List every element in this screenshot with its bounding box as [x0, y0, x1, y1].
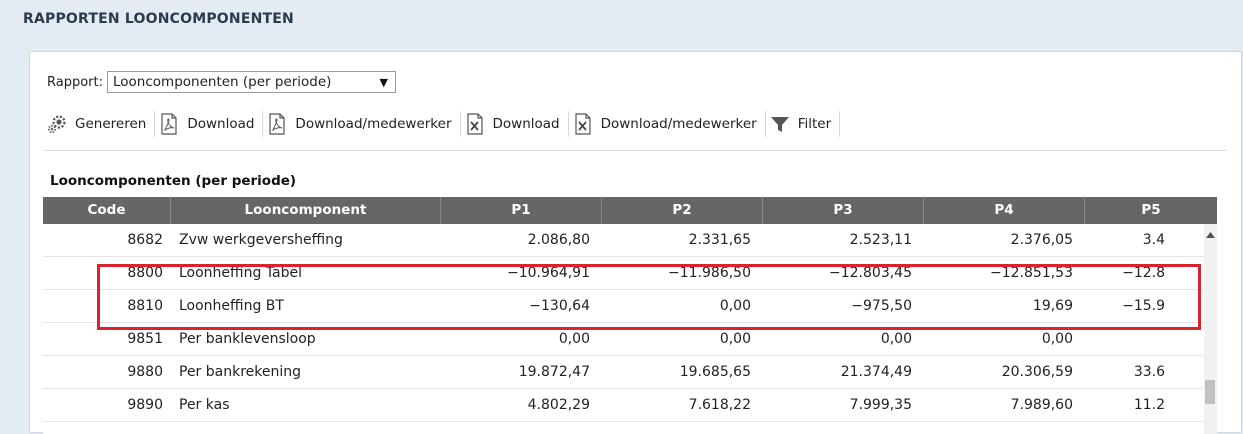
cell-p4: 19,69	[1032, 298, 1073, 314]
cell-p5: 11.2	[1133, 397, 1165, 413]
cell-p3: 21.374,49	[840, 364, 912, 380]
column-header-code[interactable]: Code	[43, 197, 171, 224]
cell-p2: 7.618,22	[688, 397, 751, 413]
filter-button[interactable]: Filter	[766, 110, 839, 138]
cell-p3: 0,00	[880, 331, 912, 347]
table-row[interactable]: 8810 Loonheffing BT −130,64 0,00 −975,50…	[43, 290, 1204, 323]
cell-p2: 0,00	[719, 298, 751, 314]
column-header-p2[interactable]: P2	[602, 197, 763, 224]
column-header-looncomponent[interactable]: Looncomponent	[171, 197, 441, 224]
cell-code: 9890	[127, 397, 163, 413]
download-excel-per-employee-label: Download/medewerker	[600, 116, 757, 132]
table-header: Code Looncomponent P1 P2 P3 P4 P5	[43, 197, 1217, 224]
cell-code: 8682	[127, 232, 163, 248]
cell-p5	[1085, 323, 1165, 355]
cell-looncomponent: Per banklevensloop	[179, 331, 316, 347]
cell-looncomponent: Loonheffing BT	[179, 298, 284, 314]
gears-icon	[47, 113, 67, 135]
table-row[interactable]: 9890 Per kas 4.802,29 7.618,22 7.999,35 …	[43, 389, 1204, 422]
toolbar-divider	[839, 111, 841, 137]
cell-p3: 7.999,35	[849, 397, 912, 413]
cell-p1: −10.964,91	[507, 265, 590, 281]
cell-looncomponent: Zvw werkgeversheffing	[179, 232, 343, 248]
download-pdf-label: Download	[187, 116, 255, 132]
download-excel-button[interactable]: Download	[461, 110, 568, 138]
cell-looncomponent: Loonheffing Tabel	[179, 265, 302, 281]
table-row[interactable]: 8800 Loonheffing Tabel −10.964,91 −11.98…	[43, 257, 1204, 290]
download-excel-label: Download	[492, 116, 560, 132]
cell-looncomponent: Per bankrekening	[179, 364, 302, 380]
pdf-icon	[267, 113, 287, 135]
column-header-p1[interactable]: P1	[441, 197, 602, 224]
page-title: RAPPORTEN LOONCOMPONENTEN	[23, 11, 294, 27]
download-pdf-button[interactable]: Download	[155, 110, 262, 138]
cell-p3: 2.523,11	[849, 232, 912, 248]
table-scrollbar[interactable]	[1204, 224, 1217, 434]
divider	[44, 150, 1226, 151]
generate-button[interactable]: Genereren	[47, 110, 154, 138]
cell-p2: 2.331,65	[688, 232, 751, 248]
cell-p1: 4.802,29	[527, 397, 590, 413]
column-header-p4[interactable]: P4	[924, 197, 1085, 224]
cell-p1: 2.086,80	[527, 232, 590, 248]
cell-p2: −11.986,50	[668, 265, 751, 281]
scroll-up-arrow-icon[interactable]	[1205, 230, 1216, 240]
download-pdf-per-employee-button[interactable]: Download/medewerker	[263, 110, 459, 138]
toolbar: Genereren Download Download/medewerker D…	[47, 110, 841, 138]
report-select-value: Looncomponenten (per periode)	[113, 74, 332, 90]
section-title: Looncomponenten (per periode)	[50, 173, 297, 189]
cell-p4: 2.376,05	[1010, 232, 1073, 248]
cell-p5: −15.9	[1122, 298, 1165, 314]
scrollbar-thumb[interactable]	[1205, 380, 1215, 404]
cell-p1: 0,00	[558, 331, 590, 347]
cell-code: 8810	[127, 298, 163, 314]
table-row[interactable]: 9880 Per bankrekening 19.872,47 19.685,6…	[43, 356, 1204, 389]
cell-p4: −12.851,53	[990, 265, 1073, 281]
generate-button-label: Genereren	[75, 116, 147, 132]
cell-p3: −12.803,45	[829, 265, 912, 281]
cell-p4: 20.306,59	[1001, 364, 1073, 380]
table-row[interactable]: 8682 Zvw werkgeversheffing 2.086,80 2.33…	[43, 224, 1204, 257]
cell-p5: 33.6	[1133, 364, 1165, 380]
report-panel: Rapport: Looncomponenten (per periode) ▼…	[29, 51, 1242, 434]
chevron-down-icon: ▼	[379, 75, 388, 89]
cell-p4: 0,00	[1041, 331, 1073, 347]
table-row[interactable]: 9851 Per banklevensloop 0,00 0,00 0,00 0…	[43, 323, 1204, 356]
excel-icon	[465, 113, 485, 135]
cell-looncomponent: Per kas	[179, 397, 230, 413]
filter-button-label: Filter	[797, 116, 832, 132]
report-select-label: Rapport:	[47, 74, 103, 90]
cell-code: 8800	[127, 265, 163, 281]
cell-p1: 19.872,47	[518, 364, 590, 380]
filter-icon	[770, 113, 790, 135]
cell-p2: 19.685,65	[679, 364, 751, 380]
cell-code: 9851	[127, 331, 163, 347]
column-header-p5[interactable]: P5	[1085, 197, 1217, 224]
cell-code: 9880	[127, 364, 163, 380]
cell-p5: −12.8	[1122, 265, 1165, 281]
report-select[interactable]: Looncomponenten (per periode) ▼	[107, 71, 396, 93]
pdf-icon	[159, 113, 179, 135]
excel-icon	[573, 113, 593, 135]
column-header-p3[interactable]: P3	[763, 197, 924, 224]
cell-p3: −975,50	[851, 298, 912, 314]
report-select-row: Rapport: Looncomponenten (per periode) ▼	[47, 70, 396, 94]
cell-p4: 7.989,60	[1010, 397, 1073, 413]
cell-p2: 0,00	[719, 331, 751, 347]
download-excel-per-employee-button[interactable]: Download/medewerker	[569, 110, 765, 138]
cell-p5: 3.4	[1142, 232, 1165, 248]
table-body: 8682 Zvw werkgeversheffing 2.086,80 2.33…	[43, 224, 1204, 434]
cell-p1: −130,64	[529, 298, 590, 314]
download-pdf-per-employee-label: Download/medewerker	[295, 116, 452, 132]
